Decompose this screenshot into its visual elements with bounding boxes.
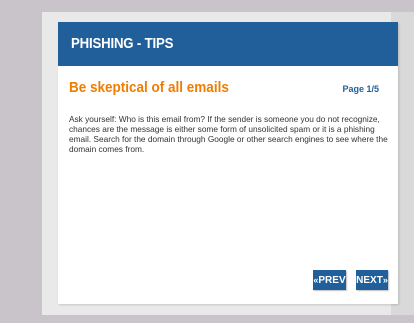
next-button[interactable]: NEXT» [356, 270, 388, 290]
card-header: PHISHING - TIPS [58, 22, 398, 66]
prev-button-label: PREV [318, 275, 346, 286]
prev-button[interactable]: «PREV [313, 270, 346, 290]
page-indicator: Page 1/5 [342, 84, 379, 94]
next-arrow-icon: » [382, 275, 388, 285]
tips-card: PHISHING - TIPS Be skeptical of all emai… [58, 22, 398, 304]
section-heading: Be skeptical of all emails [69, 79, 229, 96]
card-title: PHISHING - TIPS [71, 35, 174, 52]
next-button-label: NEXT [356, 275, 383, 286]
tip-body-text: Ask yourself: Who is this email from? If… [69, 114, 388, 154]
